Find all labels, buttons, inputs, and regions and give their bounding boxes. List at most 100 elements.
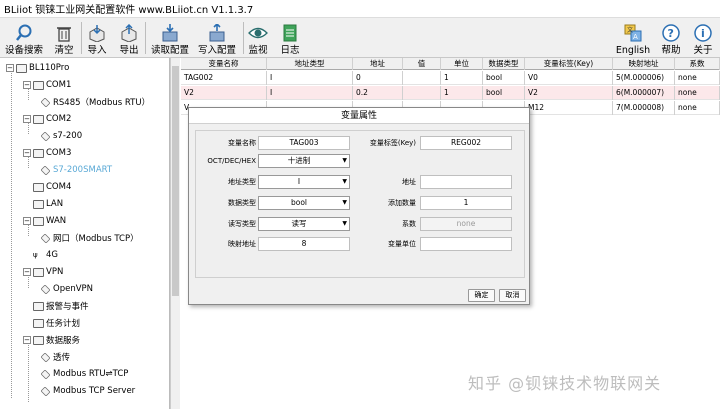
table-cell [403,71,441,85]
table-cell: bool [483,71,525,85]
column-header-key[interactable]: 变量标签(Key) [525,58,613,70]
tree-item-rtu-tcp[interactable]: Modbus RTU⇌TCP [40,367,128,381]
window-title: BLiiot 钡铼工业网关配置软件 www.BLiiot.cn V1.1.3.7 [4,5,254,16]
addr-field[interactable] [420,175,512,189]
tree-item-data-service[interactable]: − 数据服务 [23,333,80,347]
clear-button[interactable]: 清空 [51,20,77,56]
tree-item-s7-200smart[interactable]: S7-200SMART [40,163,112,177]
tree-item-com3[interactable]: − COM3 [23,146,71,160]
column-header-name[interactable]: 变量名称 [181,58,267,70]
serial-port-icon [33,148,44,158]
serial-port-icon [33,80,44,90]
dialog-form-panel: 变量名称 TAG003 变量标签(Key) REG002 OCT/DEC/HEX… [195,130,525,278]
table-row-selected[interactable]: V2 I 0.2 1 bool V2 6(M.000007) none [181,86,720,100]
tree-item-task-plan[interactable]: 任务计划 [33,316,80,330]
name-label: 变量名称 [228,139,256,147]
tree-item-root[interactable]: − BL110Pro [6,61,69,75]
table-cell: none [675,86,720,100]
ok-button[interactable]: 确定 [468,289,495,302]
tree-item-vpn[interactable]: − VPN [23,265,63,279]
title-bar: BLiiot 钡铼工业网关配置软件 www.BLiiot.cn V1.1.3.7 [0,0,720,18]
column-header-unit[interactable]: 单位 [441,58,483,70]
tree-item-com2[interactable]: − COM2 [23,112,71,126]
language-icon: 文A [623,23,643,43]
alarm-icon [33,301,44,311]
table-cell [403,86,441,100]
dropdown-arrow-icon: ▼ [342,157,347,164]
search-icon [14,23,34,43]
device-search-button[interactable]: 设备搜索 [3,20,45,56]
monitor-button[interactable]: 监视 [246,20,270,56]
write-config-button[interactable]: 写入配置 [195,20,239,56]
coef-label: 系数 [402,220,416,228]
help-icon: ? [661,23,681,43]
table-cell: 1 [441,86,483,100]
column-header-data-type[interactable]: 数据类型 [483,58,525,70]
tree-item-alarm[interactable]: 报警与事件 [33,299,89,313]
unit-label: 变量单位 [388,240,416,248]
tree-item-rs485[interactable]: RS485（Modbus RTU） [40,95,150,109]
data-type-select[interactable]: bool ▼ [258,196,350,210]
table-cell: V2 [181,86,267,100]
tree-scrollbar[interactable] [170,58,180,409]
map-addr-field[interactable]: 8 [258,237,350,251]
cube-icon [40,131,51,141]
format-label: OCT/DEC/HEX [207,157,256,165]
column-header-value[interactable]: 值 [403,58,441,70]
scrollbar-thumb[interactable] [172,66,179,296]
tree-item-passthrough[interactable]: 透传 [40,350,70,364]
cube-icon [40,233,51,243]
data-type-label: 数据类型 [228,199,256,207]
key-label: 变量标签(Key) [369,139,416,147]
tree-item-lan[interactable]: LAN [33,197,63,211]
about-button[interactable]: i 关于 [690,20,716,56]
svg-text:i: i [701,27,705,40]
toolbar-separator [243,22,244,54]
tree-item-tcp-server[interactable]: Modbus TCP Server [40,384,135,398]
table-cell: 0.2 [353,86,403,100]
table-cell: 5(M.000006) [613,71,675,85]
addr-type-select[interactable]: I ▼ [258,175,350,189]
unit-field[interactable] [420,237,512,251]
tree-item-com1[interactable]: − COM1 [23,78,71,92]
table-cell: I [267,86,353,100]
device-icon [16,63,27,73]
english-button[interactable]: 文A English [614,20,652,56]
table-cell: 7(M.000008) [613,101,675,115]
cancel-button[interactable]: 取消 [499,289,526,302]
svg-text:?: ? [668,27,674,40]
format-select[interactable]: 十进制 ▼ [258,154,350,168]
dropdown-arrow-icon: ▼ [342,178,347,185]
network-icon [33,199,44,209]
read-config-button[interactable]: 读取配置 [148,20,192,56]
table-cell: V0 [525,71,613,85]
tree-item-s7-200[interactable]: s7-200 [40,129,82,143]
table-row[interactable]: TAG002 I 0 1 bool V0 5(M.000006) none [181,71,720,85]
column-header-addr[interactable]: 地址 [353,58,403,70]
tree-item-openvpn[interactable]: OpenVPN [40,282,93,296]
log-button[interactable]: 日志 [278,20,302,56]
tree-item-4g[interactable]: ψ 4G [33,248,58,262]
import-button[interactable]: 导入 [85,20,109,56]
serial-port-icon [33,182,44,192]
dropdown-arrow-icon: ▼ [342,199,347,206]
addr-type-label: 地址类型 [228,178,256,186]
column-header-addr-type[interactable]: 地址类型 [267,58,353,70]
table-cell: TAG002 [181,71,267,85]
cube-icon [40,386,51,396]
tree-item-com4[interactable]: COM4 [33,180,71,194]
help-button[interactable]: ? 帮助 [658,20,684,56]
name-field[interactable]: TAG003 [258,136,350,150]
column-header-map-addr[interactable]: 映射地址 [613,58,675,70]
column-header-coef[interactable]: 系数 [675,58,720,70]
addr-label: 地址 [402,178,416,186]
tree-item-modbus-tcp[interactable]: 网口（Modbus TCP） [40,231,139,245]
key-field[interactable]: REG002 [420,136,512,150]
rw-type-select[interactable]: 读写 ▼ [258,217,350,231]
export-button[interactable]: 导出 [117,20,141,56]
calendar-icon [33,318,44,328]
add-count-field[interactable]: 1 [420,196,512,210]
variable-properties-dialog: 变量属性 变量名称 TAG003 变量标签(Key) REG002 OCT/DE… [188,107,530,305]
tree-item-wan[interactable]: − WAN [23,214,66,228]
tree-guide-line [28,342,29,402]
